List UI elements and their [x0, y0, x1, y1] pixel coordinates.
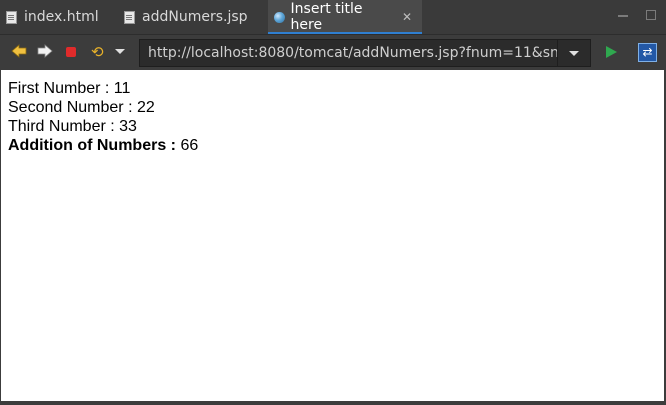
line-label: First Number : — [8, 80, 110, 97]
line-value: 22 — [136, 99, 155, 116]
result-value: 66 — [180, 137, 199, 154]
go-icon[interactable] — [606, 46, 617, 58]
browser-toolbar: ⟲ http://localhost:8080/tomcat/addNumers… — [0, 34, 666, 70]
second-number-line: Second Number : 22 — [8, 98, 664, 117]
file-icon — [124, 10, 135, 24]
page-content: First Number : 11 Second Number : 22 Thi… — [0, 70, 664, 401]
window-controls — [618, 9, 656, 20]
addition-result-line: Addition of Numbers : 66 — [8, 136, 664, 155]
open-external-browser-icon[interactable]: ⇄ — [638, 43, 657, 62]
line-value: 33 — [119, 118, 137, 135]
stop-icon[interactable] — [66, 47, 76, 57]
back-arrow-icon[interactable] — [11, 44, 27, 58]
file-icon — [6, 10, 17, 24]
maximize-icon[interactable] — [646, 10, 656, 20]
chevron-down-icon[interactable] — [115, 49, 125, 54]
tab-index-html[interactable]: index.html — [0, 0, 118, 34]
url-input[interactable]: http://localhost:8080/tomcat/addNumers.j… — [140, 45, 558, 61]
tab-label: index.html — [24, 9, 99, 25]
line-label: Third Number : — [8, 118, 115, 135]
line-value: 11 — [113, 80, 131, 97]
close-icon[interactable]: ✕ — [402, 10, 412, 24]
url-history-dropdown[interactable] — [557, 40, 590, 66]
forward-arrow-icon[interactable] — [37, 44, 53, 58]
line-label: Second Number : — [8, 99, 133, 116]
minimize-icon[interactable] — [618, 11, 628, 17]
browser-window: index.html addNumers.jsp Insert title he… — [0, 0, 666, 405]
tab-label: addNumers.jsp — [142, 9, 248, 25]
globe-icon — [274, 11, 285, 23]
first-number-line: First Number : 11 — [8, 79, 664, 98]
third-number-line: Third Number : 33 — [8, 117, 664, 136]
tab-addnumers-jsp[interactable]: addNumers.jsp — [118, 0, 268, 34]
result-label: Addition of Numbers : — [8, 137, 176, 154]
tab-bar: index.html addNumers.jsp Insert title he… — [0, 0, 666, 34]
url-bar[interactable]: http://localhost:8080/tomcat/addNumers.j… — [139, 39, 591, 67]
refresh-icon[interactable]: ⟲ — [91, 43, 104, 61]
tab-label: Insert title here — [290, 1, 363, 33]
tab-insert-title-here[interactable]: Insert title here ✕ — [268, 0, 422, 34]
